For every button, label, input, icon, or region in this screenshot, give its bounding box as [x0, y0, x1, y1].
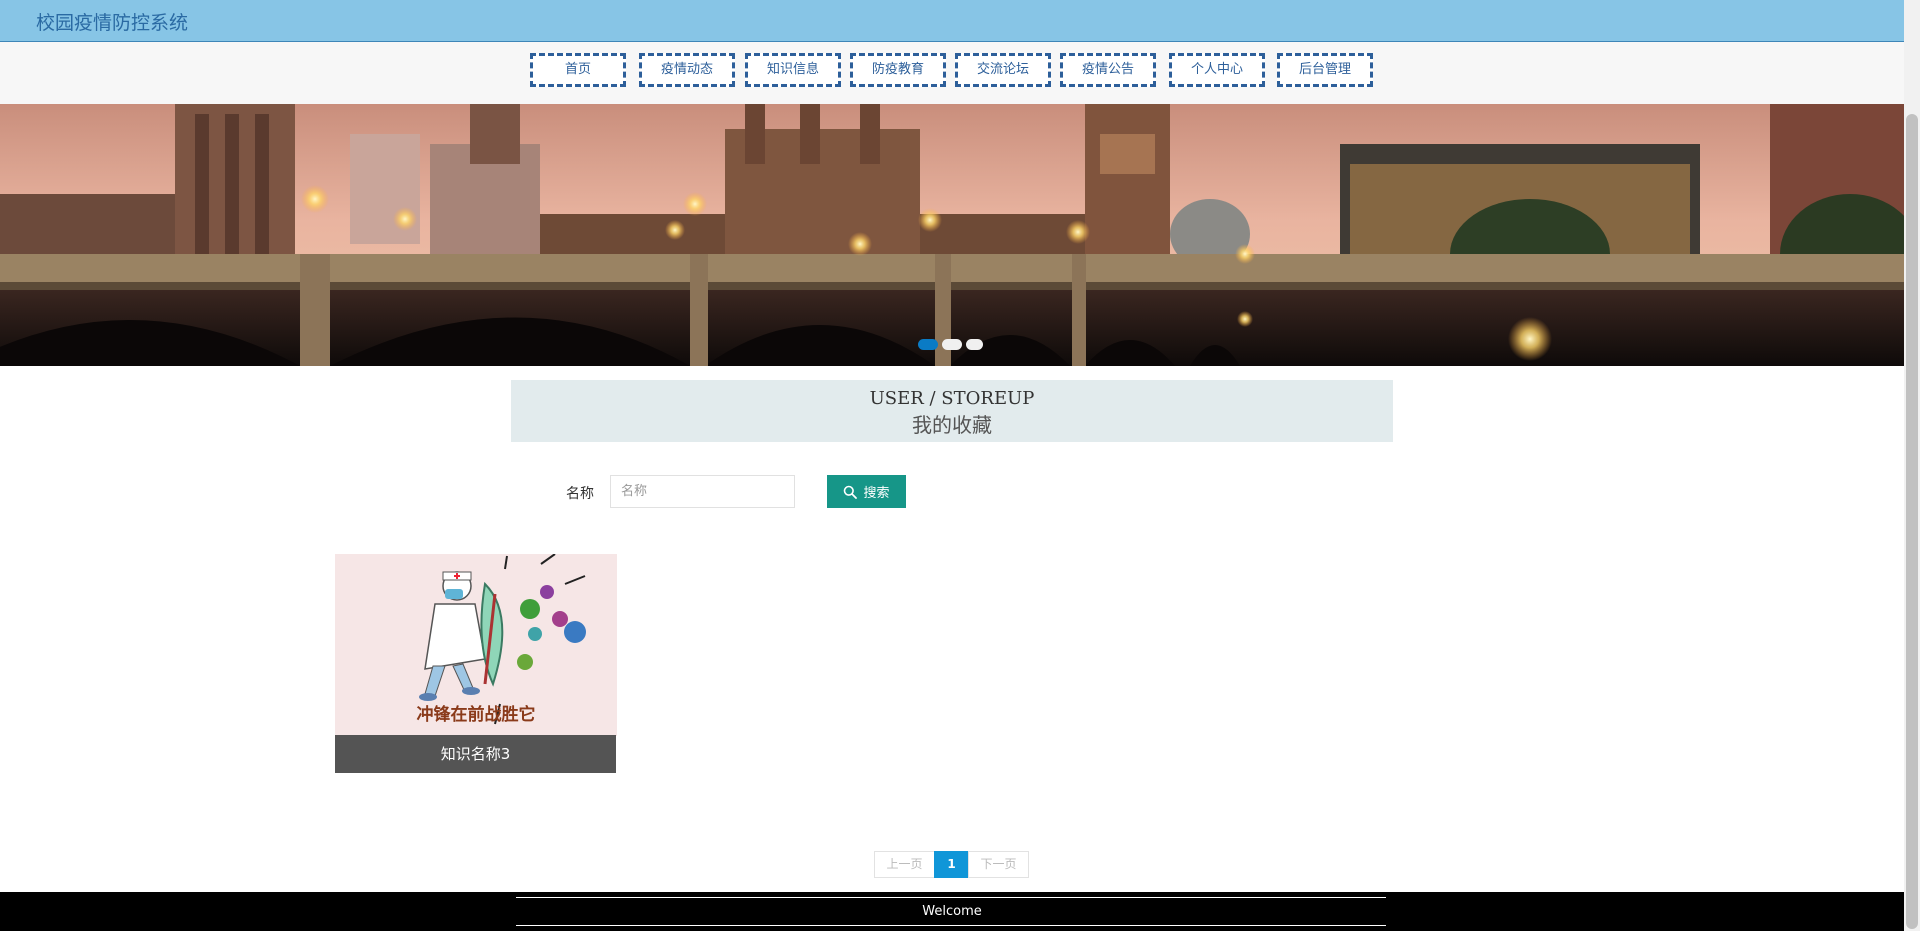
nav-item-epidemic-news[interactable]: 疫情动态 — [639, 53, 735, 87]
nav-item-admin[interactable]: 后台管理 — [1277, 53, 1373, 87]
section-title-cn: 我的收藏 — [912, 413, 992, 437]
nav-item-knowledge[interactable]: 知识信息 — [745, 53, 841, 87]
nav-item-home[interactable]: 首页 — [530, 53, 626, 87]
search-button[interactable]: 搜索 — [827, 475, 906, 508]
nav-item-announcements[interactable]: 疫情公告 — [1060, 53, 1156, 87]
search-button-label: 搜索 — [863, 486, 890, 501]
carousel-indicators — [0, 339, 1904, 353]
footer-divider-bottom — [516, 925, 1386, 926]
section-title-en: USER / STOREUP — [869, 388, 1035, 409]
footer-text: Welcome — [922, 904, 982, 919]
pagination-prev[interactable]: 上一页 — [874, 851, 935, 878]
page: 校园疫情防控系统 首页 疫情动态 知识信息 防疫教育 交流论坛 疫情公告 个人中… — [0, 0, 1904, 931]
nav-item-personal-center[interactable]: 个人中心 — [1169, 53, 1265, 87]
search-input[interactable] — [610, 475, 795, 508]
scrollbar-thumb[interactable] — [1906, 114, 1918, 929]
carousel-dot-1[interactable] — [918, 339, 938, 350]
search-icon — [844, 485, 858, 499]
nav-item-forum[interactable]: 交流论坛 — [955, 53, 1051, 87]
pagination-page-1[interactable]: 1 — [934, 851, 969, 878]
nav-item-prevention-education[interactable]: 防疫教育 — [850, 53, 946, 87]
search-label: 名称 — [566, 486, 594, 502]
main-nav: 首页 疫情动态 知识信息 防疫教育 交流论坛 疫情公告 个人中心 后台管理 — [0, 42, 1904, 104]
banner-image — [0, 104, 1904, 366]
footer: Welcome — [0, 892, 1904, 931]
site-title[interactable]: 校园疫情防控系统 — [36, 8, 188, 35]
top-header-bar: 校园疫情防控系统 — [0, 0, 1904, 42]
card-image-text: 冲锋在前战胜它 — [417, 704, 536, 725]
card-image: 冲锋在前战胜它 — [335, 554, 617, 736]
favorite-card[interactable]: 冲锋在前战胜它 知识名称3 — [335, 554, 617, 774]
pagination-next[interactable]: 下一页 — [968, 851, 1029, 878]
section-title: USER / STOREUP 我的收藏 — [511, 380, 1393, 442]
carousel-dot-2[interactable] — [942, 339, 962, 350]
banner-carousel[interactable] — [0, 104, 1904, 366]
carousel-dot-3[interactable] — [966, 339, 983, 350]
vertical-scrollbar[interactable] — [1904, 0, 1920, 931]
footer-divider-top — [516, 897, 1386, 898]
card-title[interactable]: 知识名称3 — [335, 735, 616, 773]
